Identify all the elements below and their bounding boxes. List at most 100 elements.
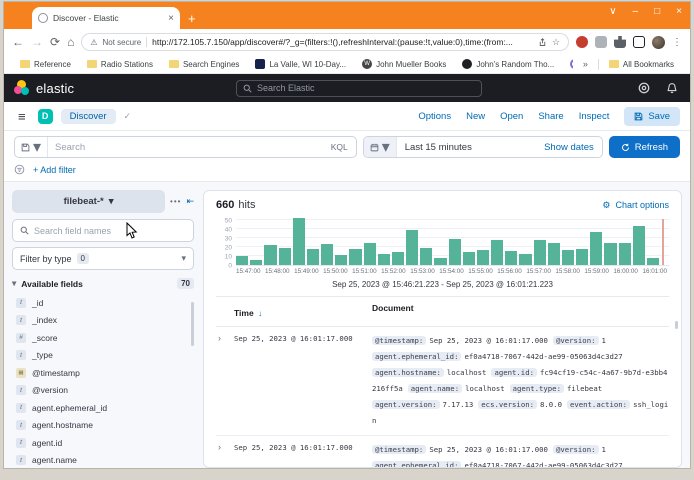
field-name: agent.hostname	[32, 420, 93, 430]
histogram-bar	[449, 239, 461, 265]
doc-field-value: ef0a4718-7067-442d-ae99-05063d4c3d27	[464, 461, 622, 467]
doc-field-name: agent.type:	[510, 384, 564, 393]
alerts-bell-icon[interactable]	[666, 82, 678, 94]
saved-query-menu[interactable]: ▾	[15, 137, 48, 157]
hits-histogram[interactable]: 01020304050 15:47:0015:48:0015:49:0015:5…	[216, 219, 669, 275]
sort-descending-icon[interactable]: ↓	[258, 309, 262, 318]
home-button[interactable]: ⌂	[67, 35, 74, 49]
y-tick-label: 30	[225, 236, 232, 243]
refresh-icon	[621, 143, 630, 152]
field-item-_type[interactable]: t_type	[12, 347, 194, 365]
window-minimize-button[interactable]: –	[633, 6, 639, 17]
extensions-puzzle-icon[interactable]	[614, 36, 626, 48]
row-document[interactable]: @timestamp:Sep 25, 2023 @ 16:01:17.000@v…	[372, 442, 669, 467]
profile-avatar[interactable]	[652, 36, 665, 49]
histogram-bar	[633, 226, 645, 265]
time-range-value[interactable]: Last 15 minutes	[397, 142, 536, 153]
help-icon[interactable]	[638, 82, 650, 94]
row-document[interactable]: @timestamp:Sep 25, 2023 @ 16:01:17.000@v…	[372, 333, 669, 429]
chart-plot[interactable]	[236, 219, 669, 266]
bookmarks-overflow-icon[interactable]: »	[577, 59, 594, 69]
window-close-button[interactable]: ×	[676, 6, 682, 17]
kql-language-badge[interactable]: KQL	[323, 142, 356, 152]
options-button[interactable]: Options	[418, 111, 451, 122]
tab-close-icon[interactable]: ×	[168, 13, 174, 24]
collapse-sidebar-icon[interactable]: ⇤	[186, 196, 194, 207]
field-item-agent.hostname[interactable]: tagent.hostname	[12, 417, 194, 435]
reading-mode-icon[interactable]	[633, 36, 645, 48]
table-scrollbar[interactable]	[675, 321, 678, 329]
wp-icon	[362, 59, 372, 69]
filter-bar: + Add filter	[4, 162, 690, 182]
breadcrumb[interactable]: Discover	[61, 109, 116, 124]
expand-row-icon[interactable]: ›	[216, 333, 234, 429]
add-filter-button[interactable]: + Add filter	[33, 165, 76, 175]
index-pattern-options-icon[interactable]: •••	[170, 197, 181, 206]
sidebar-scrollbar[interactable]	[191, 302, 194, 346]
bookmark-star-icon[interactable]: ☆	[552, 37, 560, 48]
reload-button[interactable]: ⟳	[50, 35, 60, 49]
extension-screenshot-icon[interactable]	[595, 36, 607, 48]
field-item-@timestamp[interactable]: ▦@timestamp	[12, 364, 194, 382]
bookmark-label: John Mueller Books	[376, 60, 446, 69]
field-item-agent.id[interactable]: tagent.id	[12, 434, 194, 452]
open-button[interactable]: Open	[500, 111, 523, 122]
bookmark-item[interactable]: La Valle, WI 10-Day...	[249, 59, 352, 69]
field-item-_index[interactable]: t_index	[12, 312, 194, 330]
index-pattern-select[interactable]: filebeat-* ▾	[12, 190, 165, 213]
forward-button[interactable]: →	[31, 35, 43, 49]
browser-menu-icon[interactable]: ⋮	[672, 37, 682, 48]
show-dates-button[interactable]: Show dates	[536, 142, 602, 153]
filter-set-icon[interactable]	[14, 164, 25, 175]
filter-by-type-select[interactable]: Filter by type 0 ▾	[12, 247, 194, 270]
tab-title: Discover - Elastic	[53, 13, 163, 23]
field-search-input[interactable]	[34, 226, 186, 236]
field-item-_score[interactable]: #_score	[12, 329, 194, 347]
available-fields-header[interactable]: ▾ Available fields 70	[12, 278, 194, 289]
search-input[interactable]	[48, 142, 323, 153]
elastic-logo-icon[interactable]	[14, 80, 30, 96]
not-secure-label[interactable]: Not secure	[102, 38, 141, 47]
time-column-header[interactable]: Time	[234, 308, 254, 318]
refresh-button[interactable]: Refresh	[609, 136, 680, 158]
new-button[interactable]: New	[466, 111, 485, 122]
bookmark-item[interactable]: Radio Stations	[81, 60, 159, 69]
global-search-input[interactable]: Search Elastic	[236, 80, 482, 97]
field-item-agent.name[interactable]: tagent.name	[12, 452, 194, 469]
field-item-agent.ephemeral_id[interactable]: tagent.ephemeral_id	[12, 399, 194, 417]
window-maximize-button[interactable]: □	[654, 6, 660, 17]
bookmark-item[interactable]: Search Engines	[163, 60, 245, 69]
share-button[interactable]: Share	[538, 111, 563, 122]
nav-menu-icon[interactable]: ≡	[14, 109, 30, 124]
bookmark-item[interactable]: Reference	[14, 60, 77, 69]
expand-row-icon[interactable]: ›	[216, 442, 234, 467]
chevron-down-icon: ▾	[181, 253, 186, 264]
bookmark-label: John's Random Tho...	[476, 60, 554, 69]
chart-options-button[interactable]: ⚙ Chart options	[602, 200, 669, 211]
histogram-bar	[477, 250, 489, 265]
histogram-bar	[519, 254, 531, 265]
new-tab-button[interactable]: +	[188, 11, 196, 26]
extension-adblock-icon[interactable]	[576, 36, 588, 48]
save-button[interactable]: Save	[624, 107, 680, 126]
field-type-text-icon: t	[16, 403, 26, 413]
address-bar[interactable]: ⚠ Not secure http://172.105.7.150/app/di…	[81, 33, 569, 51]
space-badge[interactable]: D	[38, 109, 53, 124]
field-item-@version[interactable]: t@version	[12, 382, 194, 400]
elastic-header: elastic Search Elastic	[4, 74, 690, 102]
all-bookmarks-button[interactable]: All Bookmarks	[603, 60, 680, 69]
bookmark-item[interactable]: John Mueller Books...	[564, 59, 573, 69]
browser-tab[interactable]: Discover - Elastic ×	[32, 7, 180, 29]
row-time: Sep 25, 2023 @ 16:01:17.000	[234, 333, 372, 429]
url-text[interactable]: http://172.105.7.150/app/discover#/?_g=(…	[152, 37, 533, 47]
window-chevron-icon[interactable]: ∨	[609, 6, 616, 17]
date-quick-menu[interactable]: ▾	[364, 137, 397, 157]
share-icon[interactable]	[538, 38, 547, 47]
doc-field-name: @version:	[553, 336, 599, 345]
back-button[interactable]: ←	[12, 35, 24, 49]
histogram-bar	[279, 248, 291, 265]
bookmark-item[interactable]: John Mueller Books	[356, 59, 452, 69]
field-item-_id[interactable]: t_id	[12, 294, 194, 312]
bookmark-item[interactable]: John's Random Tho...	[456, 59, 560, 69]
inspect-button[interactable]: Inspect	[579, 111, 610, 122]
